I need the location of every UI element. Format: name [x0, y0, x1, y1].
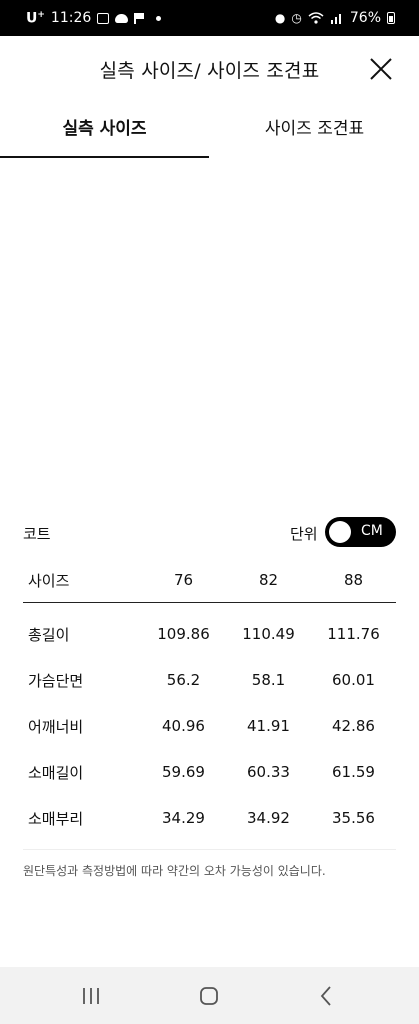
row-label: 소매부리 — [28, 809, 84, 828]
lock-icon: ● — [274, 11, 286, 25]
table-cell: 61.59 — [332, 763, 375, 781]
header-size-label: 사이즈 — [28, 571, 70, 590]
alarm-icon: ◷ — [291, 11, 302, 25]
flag-icon — [134, 12, 145, 24]
table-header: 사이즈 76 82 88 — [23, 558, 396, 603]
size-table: 사이즈 76 82 88 총길이 109.86 110.49 111.76 가슴… — [23, 558, 396, 841]
table-row: 총길이 109.86 110.49 111.76 — [23, 611, 396, 657]
carrier: U+ — [26, 10, 45, 27]
row-label: 총길이 — [28, 625, 70, 644]
table-cell: 110.49 — [242, 625, 295, 643]
row-label: 가슴단면 — [28, 671, 84, 690]
table-cell: 42.86 — [332, 717, 375, 735]
table-row: 어깨너비 40.96 41.91 42.86 — [23, 703, 396, 749]
table-cell: 56.2 — [166, 671, 201, 689]
page-title: 실측 사이즈/ 사이즈 조견표 — [99, 60, 320, 82]
table-cell: 35.56 — [332, 809, 375, 827]
tab-measured-size[interactable]: 실측 사이즈 — [0, 104, 209, 158]
battery-icon — [387, 12, 395, 24]
table-row: 소매길이 59.69 60.33 61.59 — [23, 749, 396, 795]
size-illustration — [0, 158, 419, 508]
back-icon[interactable] — [314, 983, 340, 1009]
table-row: 소매부리 34.29 34.92 35.56 — [23, 795, 396, 841]
recent-apps-icon[interactable] — [78, 983, 104, 1009]
table-cell: 34.29 — [162, 809, 205, 827]
gallery-icon — [97, 12, 110, 24]
status-bar: U+ 11:26 ● ◷ 76% — [0, 0, 419, 36]
table-cell: 41.91 — [247, 717, 290, 735]
tab-bar: 실측 사이즈 사이즈 조견표 — [0, 104, 419, 159]
table-row: 가슴단면 56.2 58.1 60.01 — [23, 657, 396, 703]
row-label: 소매길이 — [28, 763, 84, 782]
row-label: 어깨너비 — [28, 717, 84, 736]
table-cell: 34.92 — [247, 809, 290, 827]
header: 실측 사이즈/ 사이즈 조견표 — [0, 36, 419, 102]
table-cell: 60.33 — [247, 763, 290, 781]
table-cell: 58.1 — [251, 671, 286, 689]
unit-toggle[interactable]: CM — [325, 517, 396, 547]
table-cell: 59.69 — [162, 763, 205, 781]
home-icon[interactable] — [196, 983, 222, 1009]
clock: 11:26 — [50, 10, 92, 27]
close-icon[interactable] — [368, 56, 394, 82]
battery-percent: 76% — [349, 10, 381, 26]
wifi-icon — [308, 12, 324, 24]
notification-dot-icon — [156, 15, 162, 21]
measurement-note: 원단특성과 측정방법에 따라 약간의 오차 가능성이 있습니다. — [23, 849, 396, 879]
tab-size-chart[interactable]: 사이즈 조견표 — [210, 104, 419, 156]
system-nav-bar — [0, 967, 419, 1024]
table-cell: 40.96 — [162, 717, 205, 735]
unit-label: 단위 — [290, 525, 318, 543]
cloud-icon — [115, 13, 129, 23]
header-size: 76 — [173, 571, 194, 589]
product-name: 코트 — [23, 525, 51, 543]
header-size: 82 — [258, 571, 279, 589]
table-cell: 60.01 — [332, 671, 375, 689]
toggle-knob — [329, 521, 351, 543]
header-size: 88 — [343, 571, 364, 589]
unit-value: CM — [361, 523, 383, 539]
table-cell: 111.76 — [327, 625, 380, 643]
signal-icon — [330, 14, 341, 24]
table-cell: 109.86 — [157, 625, 210, 643]
